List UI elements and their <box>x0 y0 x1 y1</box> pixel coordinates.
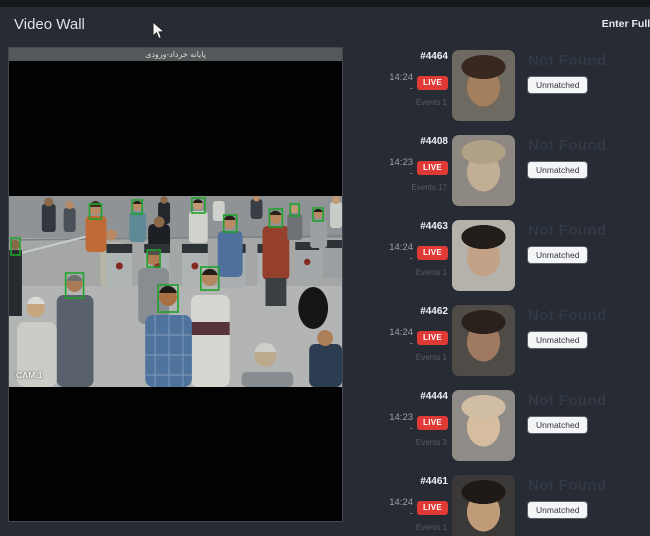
camera-name-overlay: CAM 1 <box>16 370 42 380</box>
live-badge[interactable]: LIVE <box>417 501 448 515</box>
event-id: #4464 <box>393 51 448 62</box>
unmatched-status-badge: Unmatched <box>528 332 587 348</box>
not-found-label: Not Found <box>528 222 607 239</box>
face-thumbnail[interactable] <box>452 305 515 376</box>
event-id: #4461 <box>393 476 448 487</box>
match-result: Not Found Unmatched <box>528 303 607 348</box>
unmatched-status-badge: Unmatched <box>528 502 587 518</box>
events-list: #4464 14:24 - LIVE Events 1 Not Found Un… <box>393 48 650 536</box>
video-title-bar: پایانه خرداد-ورودی <box>9 48 342 61</box>
event-count: Events 1 <box>393 98 448 107</box>
match-result: Not Found Unmatched <box>528 473 607 518</box>
enter-fullscreen-button[interactable]: Enter Fulls <box>602 18 650 30</box>
event-time-row: 14:23 - LIVE <box>393 412 448 434</box>
live-badge[interactable]: LIVE <box>417 76 448 90</box>
camera-title: پایانه خرداد-ورودی <box>145 48 206 61</box>
event-count: Events 1 <box>393 523 448 532</box>
face-thumbnail[interactable] <box>452 475 515 536</box>
face-event-row[interactable]: #4444 14:23 - LIVE Events 3 Not Found Un… <box>393 388 650 473</box>
event-id: #4408 <box>393 136 448 147</box>
not-found-label: Not Found <box>528 392 607 409</box>
face-event-row[interactable]: #4461 14:24 - LIVE Events 1 Not Found Un… <box>393 473 650 536</box>
event-id: #4462 <box>393 306 448 317</box>
face-thumbnail[interactable] <box>452 135 515 206</box>
live-badge[interactable]: LIVE <box>417 161 448 175</box>
event-meta: #4463 14:24 - LIVE Events 1 <box>393 218 448 277</box>
match-result: Not Found Unmatched <box>528 48 607 93</box>
match-result: Not Found Unmatched <box>528 133 607 178</box>
event-time: 14:23 - <box>389 412 413 434</box>
event-id: #4444 <box>393 391 448 402</box>
face-event-row[interactable]: #4463 14:24 - LIVE Events 1 Not Found Un… <box>393 218 650 303</box>
unmatched-status-badge: Unmatched <box>528 77 587 93</box>
window-top-strip <box>0 0 650 7</box>
not-found-label: Not Found <box>528 307 607 324</box>
event-meta: #4408 14:23 - LIVE Events 17 <box>393 133 448 192</box>
event-count: Events 3 <box>393 438 448 447</box>
event-time: 14:23 - <box>389 157 413 179</box>
event-count: Events 1 <box>393 353 448 362</box>
match-result: Not Found Unmatched <box>528 218 607 263</box>
video-wall-app: Video Wall Enter Fulls پایانه خرداد-ورود… <box>0 0 650 536</box>
face-thumbnail[interactable] <box>452 50 515 121</box>
event-time: 14:24 - <box>389 242 413 264</box>
not-found-label: Not Found <box>528 477 607 494</box>
face-thumbnail[interactable] <box>452 220 515 291</box>
event-time-row: 14:24 - LIVE <box>393 327 448 349</box>
event-time: 14:24 - <box>389 327 413 349</box>
page-title: Video Wall <box>14 16 85 33</box>
event-time: 14:24 - <box>389 72 413 94</box>
video-letterbox: CAM 1 <box>9 61 342 521</box>
face-thumbnail[interactable] <box>452 390 515 461</box>
event-meta: #4461 14:24 - LIVE Events 1 <box>393 473 448 532</box>
event-time-row: 14:23 - LIVE <box>393 157 448 179</box>
event-time-row: 14:24 - LIVE <box>393 497 448 519</box>
video-tile-cam1[interactable]: پایانه خرداد-ورودی <box>8 47 343 522</box>
event-meta: #4462 14:24 - LIVE Events 1 <box>393 303 448 362</box>
unmatched-status-badge: Unmatched <box>528 417 587 433</box>
unmatched-status-badge: Unmatched <box>528 162 587 178</box>
live-badge[interactable]: LIVE <box>417 416 448 430</box>
event-time-row: 14:24 - LIVE <box>393 72 448 94</box>
event-count: Events 1 <box>393 268 448 277</box>
event-meta: #4444 14:23 - LIVE Events 3 <box>393 388 448 447</box>
unmatched-status-badge: Unmatched <box>528 247 587 263</box>
header-bar: Video Wall Enter Fulls <box>0 7 650 43</box>
event-time: 14:24 - <box>389 497 413 519</box>
not-found-label: Not Found <box>528 137 607 154</box>
cctv-scene <box>9 196 342 387</box>
live-badge[interactable]: LIVE <box>417 331 448 345</box>
event-id: #4463 <box>393 221 448 232</box>
not-found-label: Not Found <box>528 52 607 69</box>
live-badge[interactable]: LIVE <box>417 246 448 260</box>
match-result: Not Found Unmatched <box>528 388 607 433</box>
event-time-row: 14:24 - LIVE <box>393 242 448 264</box>
event-count: Events 17 <box>393 183 448 192</box>
face-event-row[interactable]: #4462 14:24 - LIVE Events 1 Not Found Un… <box>393 303 650 388</box>
cctv-footage: CAM 1 <box>9 196 342 387</box>
face-event-row[interactable]: #4464 14:24 - LIVE Events 1 Not Found Un… <box>393 48 650 133</box>
face-event-row[interactable]: #4408 14:23 - LIVE Events 17 Not Found U… <box>393 133 650 218</box>
event-meta: #4464 14:24 - LIVE Events 1 <box>393 48 448 107</box>
